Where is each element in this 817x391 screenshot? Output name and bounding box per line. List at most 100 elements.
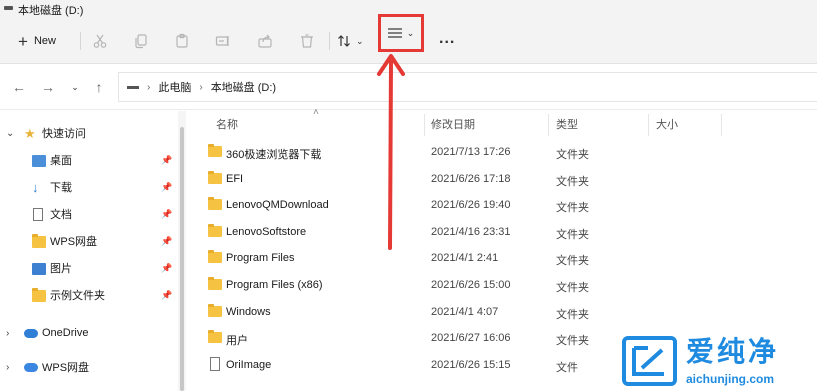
- chevron-down-icon: ⌄: [406, 27, 415, 38]
- column-divider[interactable]: [548, 114, 549, 136]
- breadcrumb-this-pc[interactable]: 此电脑: [158, 79, 191, 95]
- sidebar-item-label: 示例文件夹: [50, 290, 105, 302]
- folder-icon: [208, 144, 222, 157]
- document-icon: [33, 208, 43, 221]
- folder-icon: [208, 171, 222, 184]
- file-name: Program Files (x86): [226, 279, 323, 291]
- file-type: 文件夹: [556, 255, 589, 267]
- cloud-icon: [24, 363, 38, 372]
- sort-icon: [338, 35, 350, 47]
- cut-button[interactable]: [88, 29, 112, 53]
- list-item[interactable]: 360极速浏览器下载 2021/7/13 17:26 文件夹: [201, 139, 801, 165]
- folder-icon: [32, 288, 46, 302]
- chevron-right-icon: ›: [199, 81, 203, 93]
- paste-button[interactable]: [170, 29, 194, 53]
- sidebar-item-label: WPS网盘: [50, 236, 98, 248]
- column-header-type[interactable]: 类型: [556, 111, 578, 137]
- folder-icon: [208, 224, 222, 237]
- watermark-logo: [622, 336, 677, 386]
- chevron-right-icon[interactable]: ›: [6, 362, 9, 373]
- sidebar-item-label: 下载: [50, 182, 72, 194]
- forward-button[interactable]: →: [37, 76, 59, 98]
- file-name: LenovoQMDownload: [226, 199, 329, 211]
- desktop-icon: [32, 155, 46, 167]
- list-item[interactable]: LenovoSoftstore 2021/4/16 23:31 文件夹: [201, 219, 801, 245]
- list-item[interactable]: Windows 2021/4/1 4:07 文件夹: [201, 299, 801, 325]
- folder-icon: [208, 304, 222, 317]
- paste-icon: [176, 33, 188, 48]
- new-button[interactable]: + New: [14, 29, 60, 53]
- column-divider[interactable]: [721, 114, 722, 136]
- file-name: Program Files: [226, 252, 295, 264]
- window-title: 本地磁盘 (D:): [18, 5, 84, 17]
- pin-icon: 📌: [161, 262, 173, 273]
- column-divider[interactable]: [424, 114, 425, 136]
- file-date: 2021/4/16 23:31: [431, 226, 511, 238]
- sidebar-item-sample-folder[interactable]: 示例文件夹 📌: [0, 282, 180, 308]
- list-item[interactable]: LenovoQMDownload 2021/6/26 19:40 文件夹: [201, 192, 801, 218]
- chevron-right-icon[interactable]: ›: [6, 328, 9, 339]
- file-type: 文件夹: [556, 202, 589, 214]
- column-divider[interactable]: [648, 114, 649, 136]
- file-type: 文件夹: [556, 282, 589, 294]
- scrollbar-thumb[interactable]: [180, 127, 184, 391]
- back-button[interactable]: ←: [8, 76, 30, 98]
- watermark-title: 爱纯净: [686, 335, 780, 368]
- sidebar-item-label: 文档: [50, 209, 72, 221]
- annotation-arrow: [377, 54, 405, 250]
- chevron-down-icon: ⌄: [356, 35, 364, 46]
- list-item[interactable]: Program Files (x86) 2021/6/26 15:00 文件夹: [201, 272, 801, 298]
- file-date: 2021/6/27 16:06: [431, 332, 511, 344]
- pin-icon: 📌: [161, 289, 173, 300]
- sidebar-item-wps-folder[interactable]: WPS网盘 📌: [0, 228, 180, 254]
- folder-icon: [208, 250, 222, 263]
- column-header-name[interactable]: 名称: [216, 111, 238, 137]
- sidebar-item-label: OneDrive: [42, 327, 89, 339]
- rename-button[interactable]: [211, 29, 235, 53]
- share-button[interactable]: [253, 29, 277, 53]
- file-name: OriImage: [226, 359, 272, 371]
- view-button[interactable]: ⌄: [378, 14, 424, 52]
- address-bar[interactable]: › 此电脑 › 本地磁盘 (D:): [118, 72, 817, 102]
- file-name: 用户: [226, 335, 248, 347]
- sidebar-scrollbar[interactable]: [178, 111, 186, 391]
- file-date: 2021/4/1 2:41: [431, 252, 499, 264]
- breadcrumb-drive[interactable]: 本地磁盘 (D:): [211, 79, 276, 95]
- folder-icon: [208, 330, 222, 343]
- sidebar-item-pictures[interactable]: 图片 📌: [0, 255, 180, 281]
- sidebar-item-documents[interactable]: 文档 📌: [0, 201, 180, 227]
- download-icon: ↓: [32, 180, 39, 195]
- file-name: LenovoSoftstore: [226, 226, 307, 238]
- sidebar-item-onedrive[interactable]: › OneDrive: [0, 320, 180, 346]
- pin-icon: 📌: [161, 181, 173, 192]
- file-type: 文件: [556, 362, 578, 374]
- chevron-down-icon[interactable]: ⌄: [6, 128, 14, 139]
- view-icon: [387, 28, 402, 38]
- sidebar-item-quick-access[interactable]: ⌄ ★ 快速访问: [0, 120, 180, 146]
- file-type: 文件夹: [556, 176, 589, 188]
- delete-icon: [301, 34, 313, 48]
- list-item[interactable]: EFI 2021/6/26 17:18 文件夹: [201, 166, 801, 192]
- recent-button[interactable]: ⌄: [64, 76, 86, 98]
- file-date: 2021/6/26 17:18: [431, 173, 511, 185]
- up-button[interactable]: ↑: [88, 76, 110, 98]
- copy-button[interactable]: [129, 29, 153, 53]
- list-item[interactable]: Program Files 2021/4/1 2:41 文件夹: [201, 245, 801, 271]
- sort-button[interactable]: ⌄: [336, 29, 364, 53]
- sidebar-item-label: WPS网盘: [42, 362, 90, 374]
- drive-icon: [4, 6, 13, 10]
- folder-icon: [32, 234, 46, 248]
- column-header-size[interactable]: 大小: [656, 111, 678, 137]
- file-name: 360极速浏览器下载: [226, 149, 322, 161]
- delete-button[interactable]: [295, 29, 319, 53]
- sidebar-item-label: 快速访问: [42, 128, 86, 140]
- more-button[interactable]: ...: [439, 29, 455, 53]
- chevron-right-icon: ›: [147, 81, 151, 93]
- sidebar-item-desktop[interactable]: 桌面 📌: [0, 147, 180, 173]
- arrow-right-icon: →: [41, 79, 55, 95]
- new-button-label: New: [33, 35, 56, 47]
- sidebar-item-wps-cloud[interactable]: › WPS网盘: [0, 354, 180, 380]
- sidebar-item-downloads[interactable]: ↓ 下载 📌: [0, 174, 180, 200]
- file-icon: [210, 357, 220, 371]
- column-header-date[interactable]: 修改日期: [431, 111, 475, 137]
